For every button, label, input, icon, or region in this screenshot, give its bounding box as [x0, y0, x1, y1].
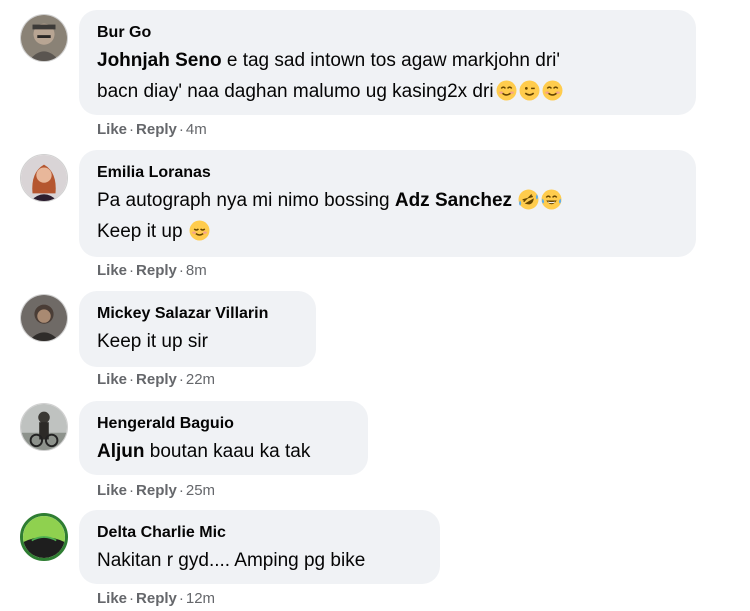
avatar[interactable] [20, 154, 68, 202]
comment-mickey-salazar-villarin: Mickey Salazar Villarin Keep it up sir L… [0, 280, 750, 390]
comment-author[interactable]: Hengerald Baguio [97, 414, 350, 434]
comment-author[interactable]: Emilia Loranas [97, 163, 678, 183]
separator-dot: · [178, 121, 184, 138]
profile-photo-icon [23, 516, 65, 558]
mention-link[interactable]: Aljun [97, 441, 145, 462]
comment-actions: Like · Reply · 12m [97, 590, 215, 608]
avatar[interactable] [20, 14, 68, 62]
joy-emoji-icon [541, 189, 562, 210]
separator-dot: · [178, 262, 184, 279]
comment-bur-go: Bur Go Johnjah Seno e tag sad intown tos… [0, 0, 750, 140]
like-button[interactable]: Like [97, 482, 127, 499]
comment-delta-charlie-mic: Delta Charlie Mic Nakitan r gyd.... Ampi… [0, 500, 750, 611]
separator-dot: · [129, 482, 135, 499]
reply-button[interactable]: Reply [136, 482, 177, 499]
separator-dot: · [129, 590, 135, 607]
profile-photo-icon [21, 15, 67, 61]
comment-text-line2: Keep it up [97, 221, 183, 242]
comment-author[interactable]: Delta Charlie Mic [97, 523, 422, 543]
reply-button[interactable]: Reply [136, 371, 177, 388]
comment-bubble: Mickey Salazar Villarin Keep it up sir [79, 291, 316, 367]
like-button[interactable]: Like [97, 121, 127, 138]
comment-bubble: Delta Charlie Mic Nakitan r gyd.... Ampi… [79, 510, 440, 584]
comment-text: Keep it up sir [97, 331, 208, 352]
comment-timestamp[interactable]: 12m [186, 590, 215, 607]
mention-link[interactable]: Adz Sanchez [395, 190, 512, 211]
comment-text: Johnjah Seno e tag sad intown tos agaw m… [97, 45, 678, 107]
comment-bubble: Hengerald Baguio Aljun boutan kaau ka ta… [79, 401, 368, 475]
comment-text-body: boutan kaau ka tak [144, 441, 311, 462]
reply-button[interactable]: Reply [136, 121, 177, 138]
comment-timestamp[interactable]: 4m [186, 121, 207, 138]
wink-emoji-icon [519, 80, 540, 101]
comment-actions: Like · Reply · 25m [97, 482, 215, 500]
comment-timestamp[interactable]: 8m [186, 262, 207, 279]
reply-button[interactable]: Reply [136, 590, 177, 607]
avatar[interactable] [20, 294, 68, 342]
separator-dot: · [178, 371, 184, 388]
comment-text: Nakitan r gyd.... Amping pg bike [97, 550, 366, 571]
separator-dot: · [178, 482, 184, 499]
comment-timestamp[interactable]: 25m [186, 482, 215, 499]
comment-actions: Like · Reply · 8m [97, 262, 207, 280]
comment-hengerald-baguio: Hengerald Baguio Aljun boutan kaau ka ta… [0, 390, 750, 500]
relieved-emoji-icon [189, 220, 210, 241]
like-button[interactable]: Like [97, 590, 127, 607]
reply-button[interactable]: Reply [136, 262, 177, 279]
comment-author[interactable]: Bur Go [97, 23, 678, 43]
avatar[interactable] [20, 403, 68, 451]
smiling-eyes-emoji-icon [542, 80, 563, 101]
comment-bubble: Bur Go Johnjah Seno e tag sad intown tos… [79, 10, 696, 115]
rofl-emoji-icon [518, 189, 539, 210]
comment-timestamp[interactable]: 22m [186, 371, 215, 388]
comment-text-line1: Pa autograph nya mi nimo bossing [97, 190, 395, 211]
profile-photo-icon [21, 155, 67, 201]
separator-dot: · [178, 590, 184, 607]
profile-photo-icon [21, 295, 67, 341]
profile-photo-icon [21, 404, 67, 450]
avatar[interactable] [20, 513, 68, 561]
comment-emilia-loranas: Emilia Loranas Pa autograph nya mi nimo … [0, 140, 750, 280]
like-button[interactable]: Like [97, 262, 127, 279]
smiling-eyes-emoji-icon [496, 80, 517, 101]
comment-actions: Like · Reply · 22m [97, 371, 215, 389]
mention-link[interactable]: Johnjah Seno [97, 50, 222, 71]
comment-text-line1: e tag sad intown tos agaw markjohn dri' [221, 50, 560, 71]
like-button[interactable]: Like [97, 371, 127, 388]
comment-author[interactable]: Mickey Salazar Villarin [97, 304, 298, 324]
comment-bubble: Emilia Loranas Pa autograph nya mi nimo … [79, 150, 696, 257]
separator-dot: · [129, 371, 135, 388]
comment-text: Pa autograph nya mi nimo bossing Adz San… [97, 185, 678, 247]
comment-actions: Like · Reply · 4m [97, 121, 207, 139]
comment-text-line2: bacn diay' naa daghan malumo ug kasing2x… [97, 81, 494, 102]
comment-text: Aljun boutan kaau ka tak [97, 436, 350, 467]
separator-dot: · [129, 121, 135, 138]
separator-dot: · [129, 262, 135, 279]
